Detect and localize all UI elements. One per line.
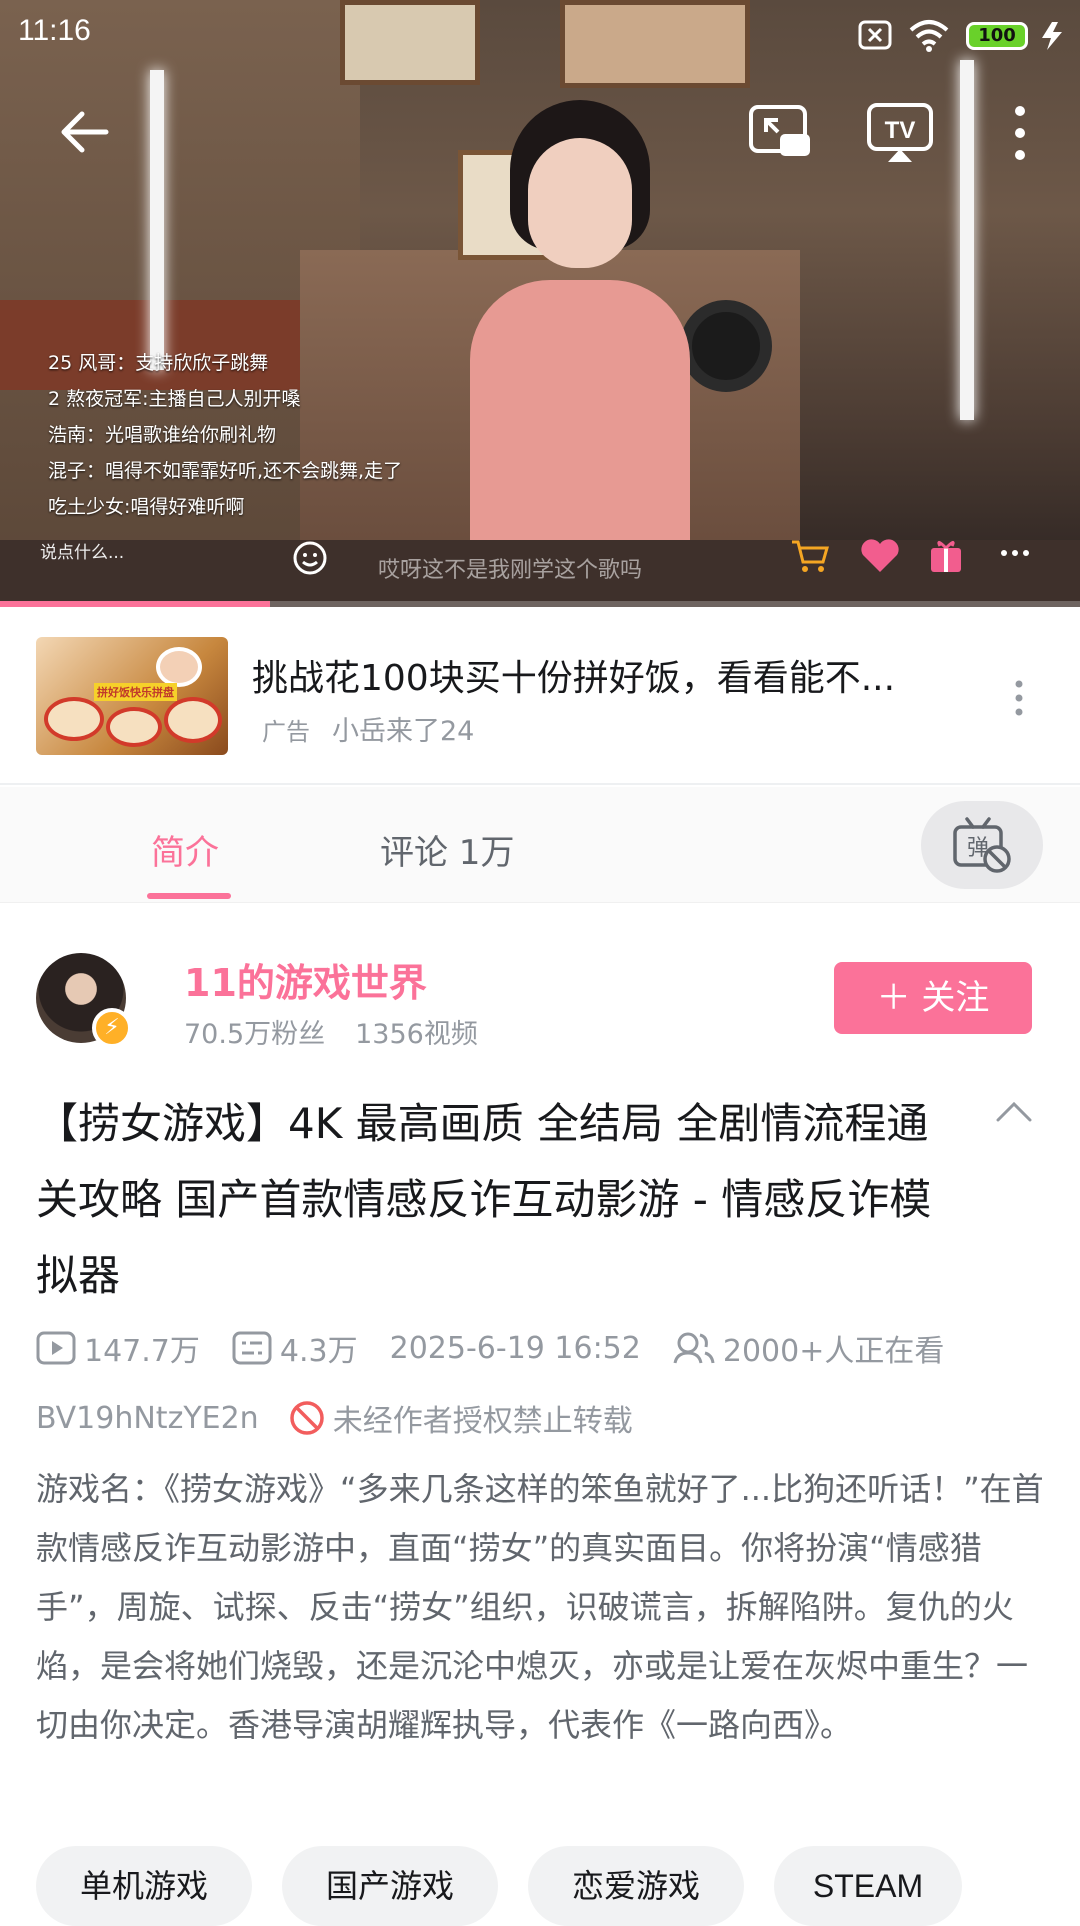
back-arrow-icon[interactable] [56,104,112,160]
wifi-icon [909,20,949,52]
video-player[interactable]: 11:16 100 TV 25 风哥：支持欣欣子跳舞 2 熬夜冠军:主播自己人别… [0,0,1080,607]
more-vertical-icon[interactable] [1008,104,1032,162]
danmaku-count: 4.3万 [279,1334,358,1369]
uploader-videos: 1356视频 [355,1019,478,1050]
play-count-icon [36,1331,76,1365]
mini-window-icon[interactable] [748,104,812,160]
status-bar: 11:16 100 [0,0,1080,72]
ad-label: 广告 [262,718,310,746]
uploader-stats: 70.5万粉丝 1356视频 [184,1012,478,1051]
danmaku-line: 浩南：光唱歌谁给你刷礼物 [48,424,277,446]
chevron-up-icon[interactable] [994,1100,1034,1124]
tag-chip[interactable]: 国产游戏 [282,1846,498,1926]
ad-thumbnail[interactable]: 拼好饭快乐拼盘 [36,637,228,755]
danmaku-off-icon: 弹 [953,817,1011,873]
detail-tabs: 简介 评论 1万 弹 [0,787,1080,903]
publish-date: 2025-6-19 16:52 [389,1330,641,1366]
video-title: 【捞女游戏】4K 最高画质 全结局 全剧情流程通关攻略 国产首款情感反诈互动影游… [36,1099,932,1300]
tag-chip[interactable]: STEAM [774,1846,962,1926]
tab-intro[interactable]: 简介 [151,825,219,874]
tab-underline [147,893,231,899]
video-subtitle: 哎呀这不是我刚学这个歌吗 [378,558,643,583]
close-box-icon [858,20,892,50]
status-time: 11:16 [18,14,91,47]
chat-input[interactable]: 说点什么... [40,538,240,576]
forbidden-icon [289,1401,324,1435]
ad-author: 小岳来了24 [332,716,475,747]
ad-thumbnail-tag: 拼好饭快乐拼盘 [94,683,177,701]
gift-icon [931,541,961,572]
video-id-row: BV19hNtzYE2n 未经作者授权禁止转载 [36,1396,633,1440]
danmaku-toggle-button[interactable]: 弹 [921,801,1043,889]
ad-title[interactable]: 挑战花100块买十份拼好饭，看看能不... [252,649,942,701]
danmaku-line: 混子：唱得不如霏霏好听,还不会跳舞,走了 [48,460,403,482]
video-light-tube [150,70,164,370]
video-stats: 147.7万 4.3万 2025-6-19 16:52 2000+人正在看 [36,1326,944,1370]
video-shelf [0,300,340,390]
more-horizontal-icon[interactable] [1000,548,1030,558]
tag-chip[interactable]: 单机游戏 [36,1846,252,1926]
play-count: 147.7万 [84,1334,200,1369]
follow-button[interactable]: ＋ 关注 [834,962,1032,1034]
heart-gift-icon [861,539,899,572]
cart-icon [792,540,829,572]
svg-text:TV: TV [885,117,916,144]
ad-meta: 广告 小岳来了24 [262,709,474,748]
danmaku-line: 吃土少女:唱得好难听啊 [48,496,245,518]
video-description: 游戏名：《捞女游戏》“多来几条这样的笨鱼就好了...比狗还听话！”在首款情感反诈… [36,1470,1044,1744]
video-light-tube [960,60,974,420]
uploader-verified-badge: ⚡ [92,1008,132,1048]
tab-comments[interactable]: 评论 1万 [380,825,514,874]
uploader-name[interactable]: 11的游戏世界 [184,952,427,1007]
video-streamer [450,80,710,560]
watching-people-icon [673,1332,715,1364]
bvid: BV19hNtzYE2n [36,1400,259,1436]
ad-more-icon[interactable] [1012,679,1026,717]
danmaku-line: 2 熬夜冠军:主播自己人别开嗓 [48,388,301,410]
danmaku-line: 25 风哥：支持欣欣子跳舞 [48,352,269,374]
battery-indicator: 100 [966,22,1028,50]
no-repost-notice: 未经作者授权禁止转载 [332,1404,633,1439]
uploader-fans: 70.5万粉丝 [184,1019,326,1050]
tag-chip[interactable]: 恋爱游戏 [528,1846,744,1926]
emoji-icon[interactable] [292,540,328,576]
danmaku-count-icon [232,1331,272,1365]
ad-card[interactable]: 拼好饭快乐拼盘 挑战花100块买十份拼好饭，看看能不... 广告 小岳来了24 [0,607,1080,785]
charging-icon [1042,22,1062,50]
watching-count: 2000+人正在看 [722,1334,945,1369]
tv-cast-icon[interactable]: TV [866,102,934,164]
